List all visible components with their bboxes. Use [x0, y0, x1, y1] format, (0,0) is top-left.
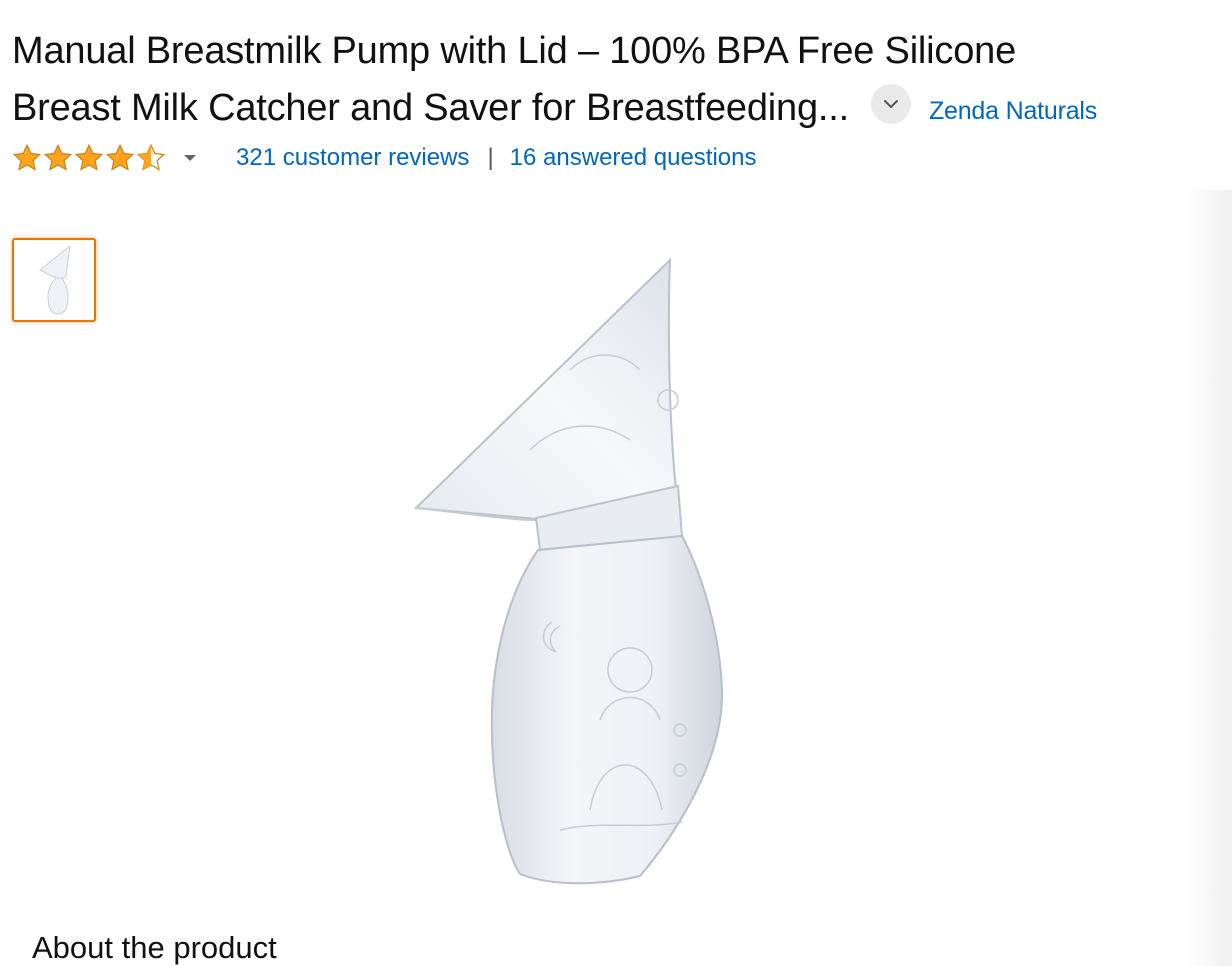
expand-title-button[interactable]	[870, 84, 911, 124]
product-title-line-2: Breast Milk Catcher and Saver for Breast…	[12, 87, 849, 129]
star-rating[interactable]	[12, 143, 198, 173]
product-thumbnail-image	[39, 244, 71, 315]
rating-row: 321 customer reviews | 16 answered quest…	[12, 140, 757, 176]
customer-reviews-link[interactable]: 321 customer reviews	[236, 144, 469, 172]
star-half-icon	[136, 143, 166, 171]
link-separator: |	[487, 144, 494, 171]
image-thumbnail-selected[interactable]	[12, 238, 96, 322]
product-title: Manual Breastmilk Pump with Lid – 100% B…	[12, 24, 1212, 138]
chevron-down-icon	[883, 100, 898, 108]
product-title-block: Manual Breastmilk Pump with Lid – 100% B…	[12, 24, 1212, 138]
caret-down-icon[interactable]	[183, 153, 197, 163]
answered-questions-link[interactable]: 16 answered questions	[510, 144, 757, 172]
star-full-icon	[105, 143, 135, 171]
brand-link[interactable]: Zenda Naturals	[929, 84, 1097, 138]
product-title-line-2-row: Breast Milk Catcher and Saver for Breast…	[12, 78, 1212, 138]
star-full-icon	[43, 143, 73, 171]
about-product-heading: About the product	[32, 930, 277, 965]
star-full-icon	[74, 143, 104, 171]
star-full-icon	[12, 143, 42, 171]
page-edge-shadow	[1184, 190, 1232, 966]
product-title-line-1: Manual Breastmilk Pump with Lid – 100% B…	[12, 30, 1017, 72]
product-main-image[interactable]	[400, 250, 740, 890]
product-page: Manual Breastmilk Pump with Lid – 100% B…	[0, 0, 1232, 966]
